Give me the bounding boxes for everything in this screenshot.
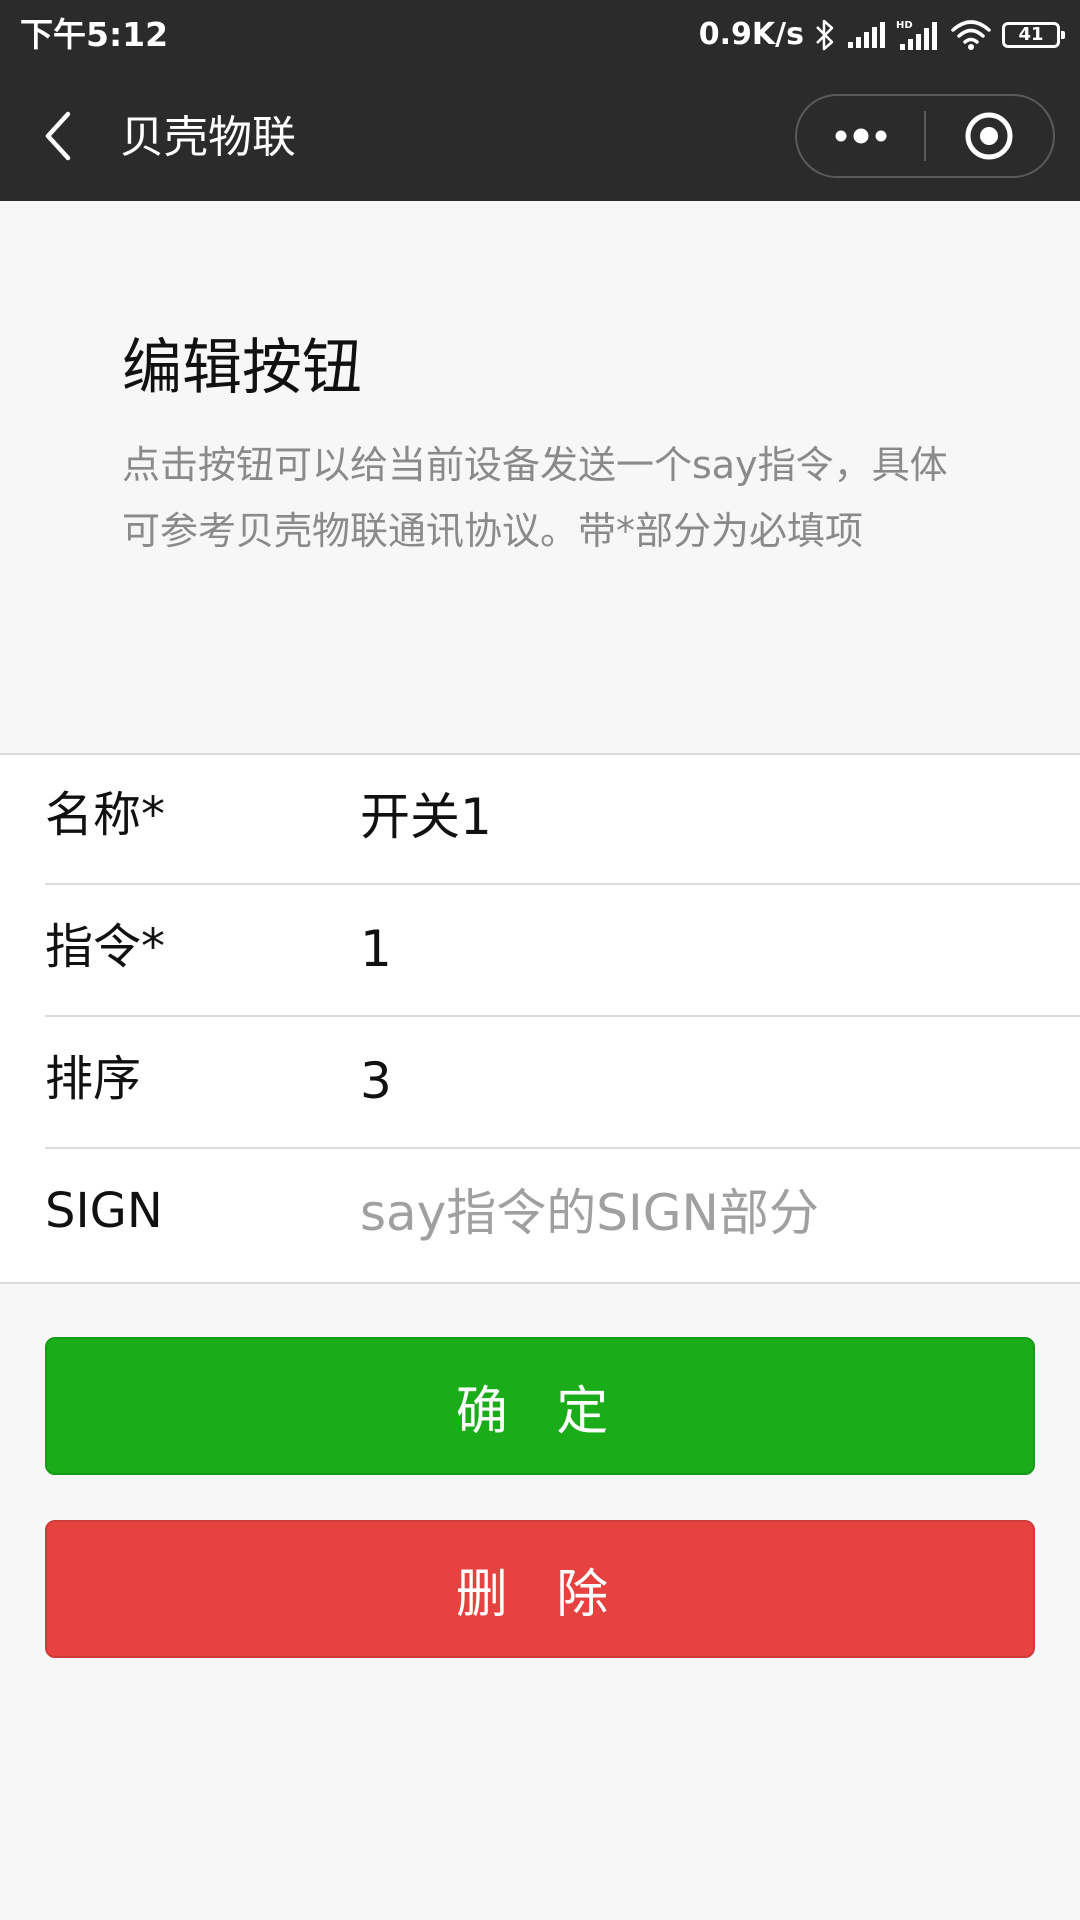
- svg-text:HD: HD: [896, 20, 913, 31]
- chevron-left-icon: [45, 111, 71, 161]
- network-speed: 0.9K/s: [698, 17, 804, 52]
- close-button[interactable]: [926, 96, 1053, 176]
- form-row-sign: SIGN: [45, 1151, 1080, 1281]
- signal-icon: [846, 20, 886, 50]
- row-divider: [45, 883, 1080, 885]
- confirm-button[interactable]: 确 定: [45, 1337, 1035, 1475]
- row-divider: [45, 1015, 1080, 1017]
- battery-icon: 41: [1002, 22, 1065, 48]
- wifi-icon: [950, 18, 992, 52]
- form-row-command: 指令*: [45, 887, 1080, 1017]
- battery-level: 41: [1018, 24, 1044, 45]
- mini-program-capsule: [795, 94, 1055, 178]
- bluetooth-icon: [814, 18, 836, 52]
- back-button[interactable]: [30, 108, 86, 164]
- page-title: 编辑按钮: [122, 333, 362, 403]
- order-input[interactable]: [360, 1049, 1060, 1113]
- sign-input[interactable]: [360, 1181, 1060, 1245]
- nav-bar: 贝壳物联: [0, 70, 1080, 201]
- status-bar: 下午5:12 0.9K/s HD 41: [0, 0, 1080, 70]
- form-row-order: 排序: [45, 1019, 1080, 1149]
- page-description: 点击按钮可以给当前设备发送一个say指令，具体可参考贝壳物联通讯协议。带*部分为…: [122, 443, 948, 553]
- status-icons: 0.9K/s HD 41: [698, 14, 1065, 56]
- row-divider: [45, 1147, 1080, 1149]
- hd-signal-icon: HD: [896, 18, 940, 52]
- button-edit-form: 名称* 指令* 排序 SIGN: [0, 753, 1080, 1284]
- command-input[interactable]: [360, 917, 1060, 981]
- target-close-icon: [965, 112, 1013, 160]
- more-dots-icon: [835, 128, 886, 144]
- more-button[interactable]: [797, 96, 924, 176]
- delete-button[interactable]: 删 除: [45, 1520, 1035, 1658]
- name-input[interactable]: [360, 785, 1060, 849]
- form-row-name: 名称*: [45, 755, 1080, 885]
- status-time: 下午5:12: [20, 15, 169, 54]
- name-label: 名称*: [45, 787, 166, 843]
- command-label: 指令*: [45, 919, 166, 975]
- sign-label: SIGN: [45, 1183, 163, 1239]
- order-label: 排序: [45, 1051, 142, 1107]
- nav-title: 贝壳物联: [120, 112, 296, 163]
